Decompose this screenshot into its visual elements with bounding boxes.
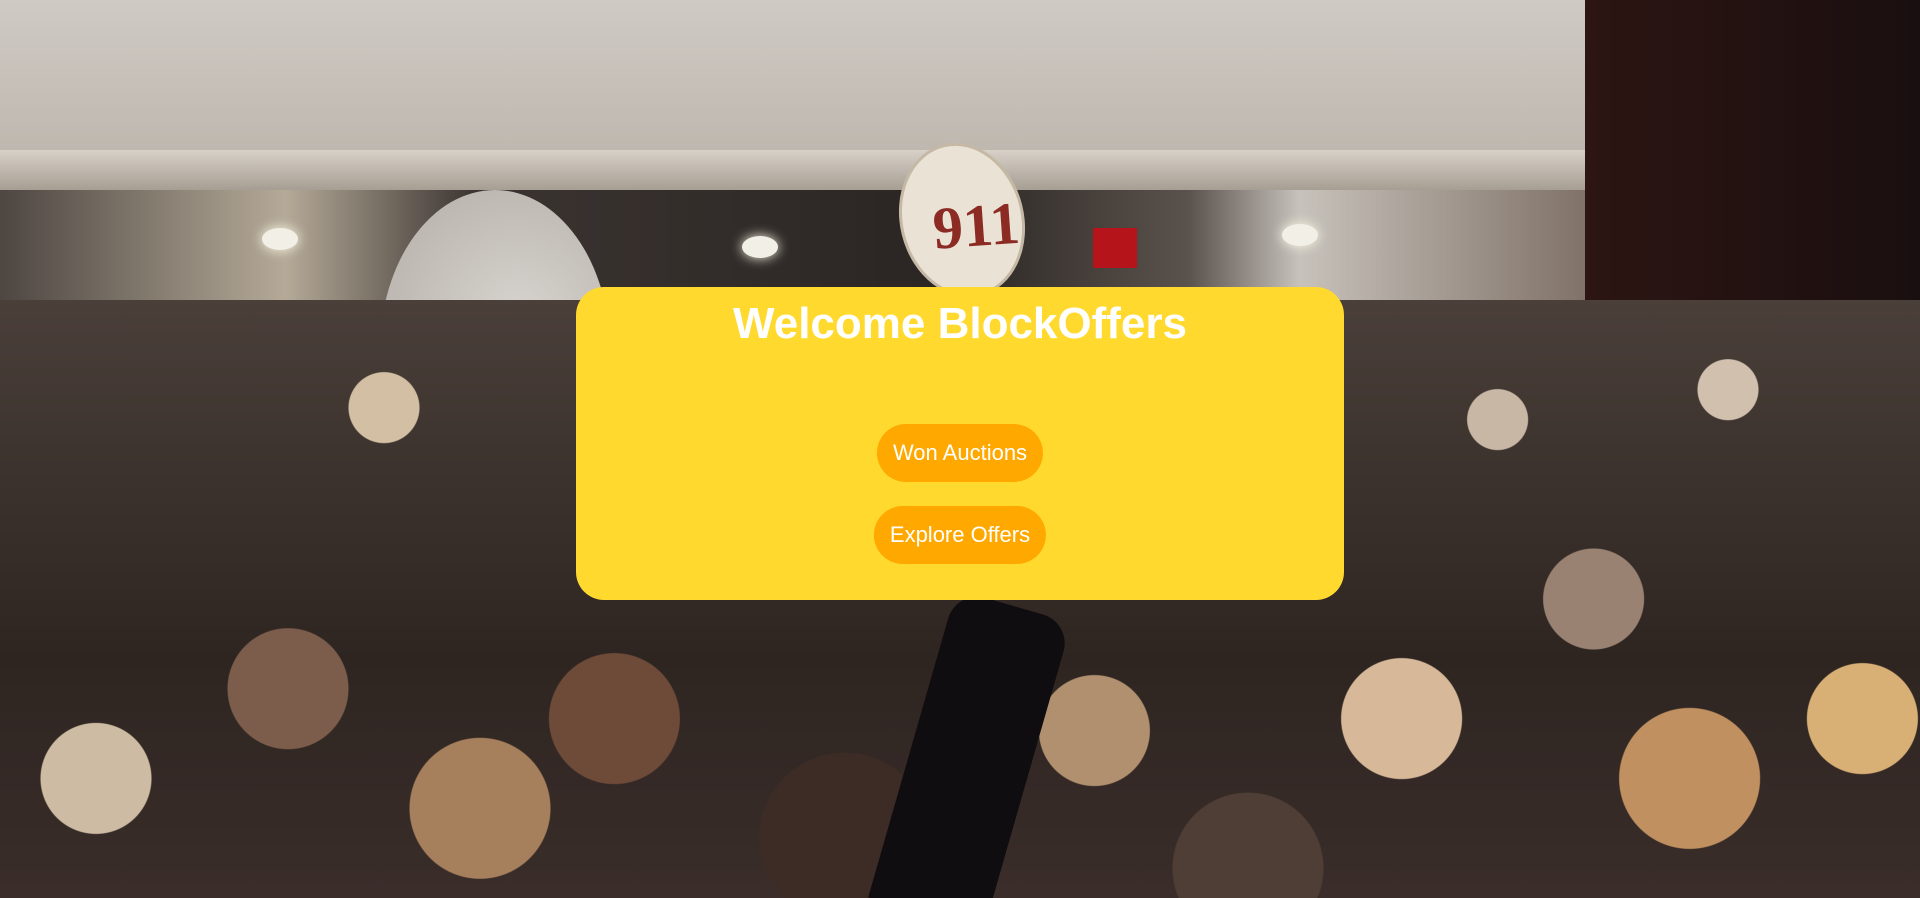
page-title: Welcome BlockOffers (732, 299, 1187, 348)
explore-offers-button[interactable]: Explore Offers (873, 506, 1047, 564)
welcome-panel: Welcome BlockOffers Won Auctions Explore… (576, 287, 1344, 600)
background-wall (0, 0, 1585, 165)
ceiling-light (1282, 224, 1318, 246)
won-auctions-button[interactable]: Won Auctions (876, 424, 1044, 482)
paddle-number: 911 (930, 189, 1022, 262)
background-ledge (0, 150, 1585, 190)
ceiling-light (262, 228, 298, 250)
ceiling-light (742, 236, 778, 258)
exit-sign (1093, 228, 1137, 268)
